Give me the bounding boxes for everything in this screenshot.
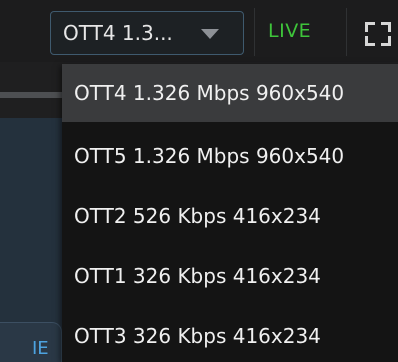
divider [346,8,347,56]
live-indicator[interactable]: LIVE [268,20,311,42]
video-player-controls: OTT4 1.3... LIVE IE OTT4 1.326 Mbps 960x… [0,0,398,362]
quality-option[interactable]: OTT2 526 Kbps 416x234 [62,187,398,245]
divider [254,8,255,56]
fullscreen-icon[interactable] [365,22,391,46]
quality-option[interactable]: OTT5 1.326 Mbps 960x540 [62,127,398,185]
quality-select[interactable]: OTT4 1.3... [50,11,244,55]
background-divider [0,92,62,98]
control-bar: OTT4 1.3... LIVE [0,0,398,62]
quality-option[interactable]: OTT3 326 Kbps 416x234 [62,307,398,362]
quality-option[interactable]: OTT4 1.326 Mbps 960x540 [62,64,398,122]
quality-menu: OTT4 1.326 Mbps 960x540 OTT5 1.326 Mbps … [62,64,398,362]
quality-select-value: OTT4 1.3... [63,21,173,45]
quality-option[interactable]: OTT1 326 Kbps 416x234 [62,247,398,305]
background-tab-label: IE [32,338,49,359]
chevron-down-icon [201,29,219,39]
background-tab[interactable] [0,322,62,362]
